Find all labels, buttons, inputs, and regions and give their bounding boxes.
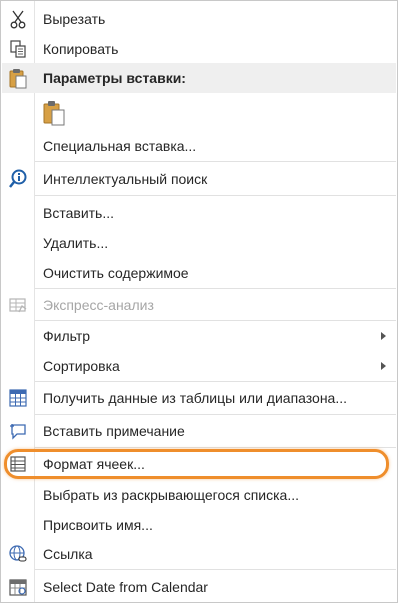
smart-lookup-icon (7, 168, 29, 190)
table-icon (7, 387, 29, 409)
menu-item-filter[interactable]: Фильтр (2, 321, 396, 351)
menu-item-get-data-label: Получить данные из таблицы или диапазона… (43, 390, 348, 406)
menu-item-define-name-label: Присвоить имя... (43, 517, 153, 533)
menu-item-paste-special-label: Специальная вставка... (43, 138, 197, 154)
menu-item-sort-label: Сортировка (43, 358, 120, 374)
menu-item-cut-label: Вырезать (43, 11, 106, 27)
menu-item-cut[interactable]: Вырезать (2, 4, 396, 34)
menu-item-insert-label: Вставить... (43, 205, 115, 221)
paste-options-header-label: Параметры вставки: (43, 70, 186, 86)
menu-separator (35, 288, 396, 289)
menu-separator (35, 569, 396, 570)
menu-item-filter-label: Фильтр (43, 328, 91, 344)
menu-item-clear-contents[interactable]: Очистить содержимое (2, 258, 396, 288)
context-menu: Вырезать Копировать Параметры вставки: С… (0, 0, 398, 603)
menu-item-define-name[interactable]: Присвоить имя... (2, 510, 396, 540)
menu-separator (35, 447, 396, 448)
paste-option-button[interactable] (42, 100, 66, 126)
calendar-icon (7, 576, 29, 598)
globe-link-icon (7, 543, 29, 565)
paste-clipboard-icon (43, 101, 65, 126)
menu-item-paste-special[interactable]: Специальная вставка... (2, 131, 396, 161)
menu-item-pick-from-list[interactable]: Выбрать из раскрывающегося списка... (2, 480, 396, 510)
menu-item-format-cells[interactable]: Формат ячеек... (2, 449, 396, 479)
menu-item-get-data[interactable]: Получить данные из таблицы или диапазона… (2, 383, 396, 413)
menu-item-copy-label: Копировать (43, 41, 119, 57)
quick-analysis-icon (7, 294, 29, 316)
menu-separator (35, 161, 396, 162)
menu-item-delete[interactable]: Удалить... (2, 228, 396, 258)
menu-item-quick-analysis-label: Экспресс-анализ (43, 297, 154, 313)
menu-item-delete-label: Удалить... (43, 235, 109, 251)
menu-item-copy[interactable]: Копировать (2, 34, 396, 64)
menu-item-link[interactable]: Ссылка (2, 539, 396, 569)
format-cells-icon (7, 453, 29, 475)
menu-item-quick-analysis: Экспресс-анализ (2, 290, 396, 320)
menu-item-clear-contents-label: Очистить содержимое (43, 265, 189, 281)
comment-icon (7, 420, 29, 442)
scissors-icon (7, 8, 29, 30)
submenu-arrow-icon (381, 362, 386, 370)
menu-separator (35, 414, 396, 415)
submenu-arrow-icon (381, 332, 386, 340)
clipboard-icon (7, 67, 29, 89)
paste-options-header: Параметры вставки: (2, 63, 396, 93)
menu-item-format-cells-label: Формат ячеек... (43, 456, 145, 472)
menu-item-insert-comment-label: Вставить примечание (43, 423, 185, 439)
menu-item-smart-lookup-label: Интеллектуальный поиск (43, 171, 208, 187)
copy-icon (7, 38, 29, 60)
menu-separator (35, 381, 396, 382)
menu-item-insert[interactable]: Вставить... (2, 198, 396, 228)
menu-item-smart-lookup[interactable]: Интеллектуальный поиск (2, 164, 396, 194)
menu-item-link-label: Ссылка (43, 546, 93, 562)
menu-item-select-date-label: Select Date from Calendar (43, 579, 208, 595)
menu-item-sort[interactable]: Сортировка (2, 351, 396, 381)
menu-item-pick-from-list-label: Выбрать из раскрывающегося списка... (43, 487, 300, 503)
menu-item-select-date[interactable]: Select Date from Calendar (2, 572, 396, 602)
menu-item-insert-comment[interactable]: Вставить примечание (2, 416, 396, 446)
menu-separator (35, 195, 396, 196)
